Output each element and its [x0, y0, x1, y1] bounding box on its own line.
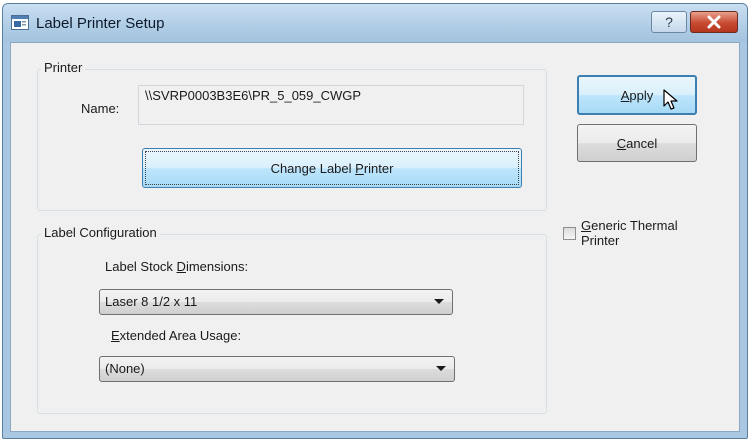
printer-name-label: Name: [81, 101, 120, 116]
window-title: Label Printer Setup [36, 15, 165, 32]
generic-thermal-printer-checkbox[interactable] [563, 227, 576, 240]
extended-area-usage-label: Extended Area Usage: [111, 328, 242, 343]
help-icon: ? [665, 14, 673, 30]
change-label-printer-label: Change Label Printer [270, 161, 394, 176]
dialog-window: Label Printer Setup ? Printer Name: \\SV… [2, 3, 748, 439]
printer-name-field: \\SVRP0003B3E6\PR_5_059_CWGP [138, 85, 524, 125]
title-bar[interactable]: Label Printer Setup ? [3, 4, 747, 42]
label-stock-dimensions-dropdown[interactable]: Laser 8 1/2 x 11 [99, 289, 453, 315]
chevron-down-icon [434, 299, 444, 304]
change-label-printer-button[interactable]: Change Label Printer [142, 148, 522, 188]
help-button[interactable]: ? [651, 11, 687, 33]
extended-area-usage-value: (None) [105, 361, 145, 376]
cancel-button-label: Cancel [616, 136, 658, 151]
app-window-icon [11, 15, 29, 30]
mouse-cursor-icon [663, 89, 679, 114]
dialog-client-area: Printer Name: \\SVRP0003B3E6\PR_5_059_CW… [10, 42, 740, 432]
label-configuration-group-label: Label Configuration [41, 225, 160, 240]
apply-button[interactable]: Apply [577, 75, 697, 115]
close-button[interactable] [690, 11, 738, 33]
printer-group-label: Printer [41, 60, 86, 75]
label-stock-dimensions-label: Label Stock Dimensions: [105, 259, 249, 274]
chevron-down-icon [436, 366, 446, 371]
printer-name-value: \\SVRP0003B3E6\PR_5_059_CWGP [145, 88, 362, 103]
generic-thermal-printer-label[interactable]: Generic Thermal Printer [581, 218, 678, 248]
cancel-button[interactable]: Cancel [577, 124, 697, 162]
label-stock-dimensions-value: Laser 8 1/2 x 11 [105, 294, 198, 309]
extended-area-usage-dropdown[interactable]: (None) [99, 356, 455, 382]
